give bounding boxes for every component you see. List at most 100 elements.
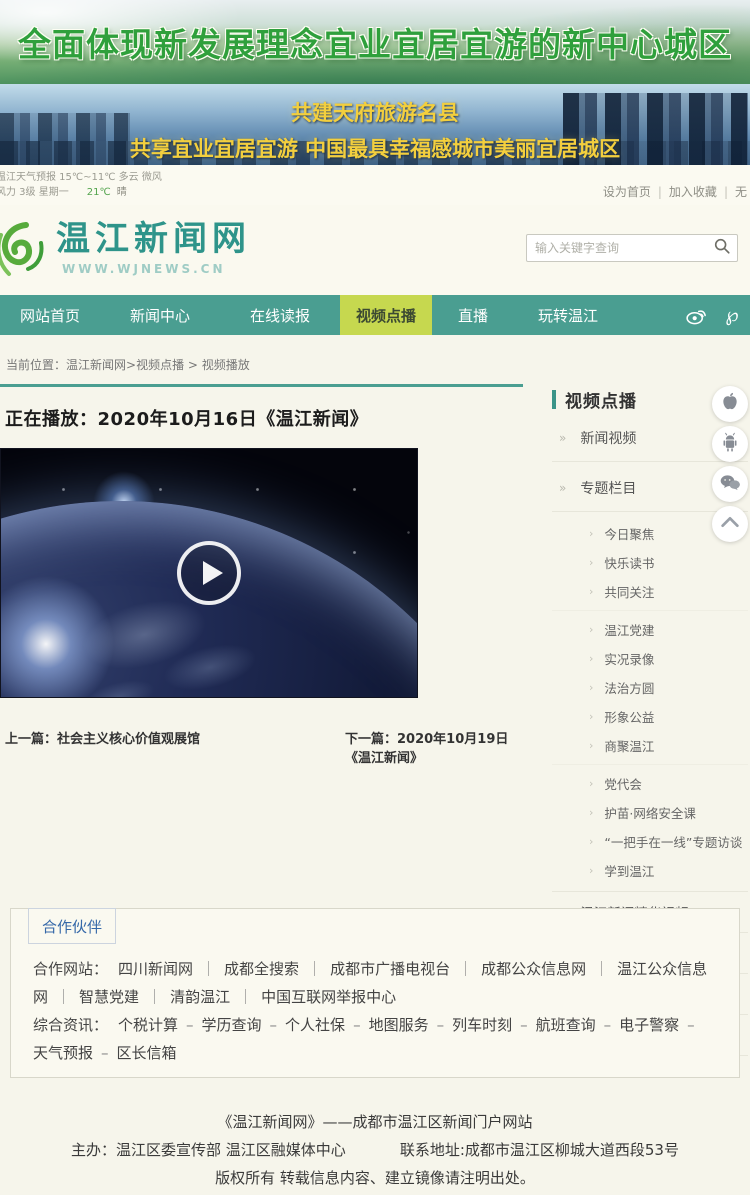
add-favorite-link[interactable]: 加入收藏 bbox=[669, 185, 717, 199]
breadcrumb-site-link[interactable]: 温江新闻网 bbox=[66, 358, 126, 372]
truncated-link[interactable]: 无 bbox=[735, 185, 747, 199]
separator: ｜ bbox=[201, 960, 216, 978]
back-to-top-button[interactable] bbox=[712, 506, 748, 542]
top-banner-slogan: 全面体现新发展理念宜业宜居宜游的新中心城区 bbox=[18, 18, 732, 66]
service-link[interactable]: 航班查询 bbox=[536, 1016, 596, 1034]
service-link[interactable]: 电子警察 bbox=[619, 1016, 679, 1034]
site-name: 温江新闻网 bbox=[56, 217, 251, 261]
double-chevron-icon: » bbox=[559, 481, 566, 495]
separator: ｜ bbox=[147, 988, 162, 1006]
top-banner: 全面体现新发展理念宜业宜居宜游的新中心城区 bbox=[0, 0, 750, 84]
separator: – bbox=[687, 1016, 695, 1034]
content-area: 正在播放：2020年10月16日《温江新闻》 上一篇：社会主义核心价值观展馆 下… bbox=[0, 387, 750, 906]
chevron-icon: › bbox=[589, 777, 593, 790]
service-link[interactable]: 个税计算 bbox=[118, 1016, 178, 1034]
chevron-icon: › bbox=[589, 527, 593, 540]
previous-article-link[interactable]: 上一篇：社会主义核心价值观展馆 bbox=[5, 728, 200, 747]
separator: ｜ bbox=[238, 988, 253, 1006]
service-link[interactable]: 个人社保 bbox=[285, 1016, 345, 1034]
info-bar: 温江天气预报 15℃~11℃ 多云 微风 风力 3级 星期一21℃晴 设为首页|… bbox=[0, 165, 750, 205]
site-footer: 《温江新闻网》——成都市温江区新闻门户网站 主办：温江区委宣传部 温江区融媒体中… bbox=[0, 1078, 750, 1195]
android-icon bbox=[720, 431, 740, 457]
service-link[interactable]: 地图服务 bbox=[369, 1016, 429, 1034]
sidebar-subitem-business-wenjiang[interactable]: ›商聚温江 bbox=[552, 731, 748, 760]
play-button[interactable] bbox=[177, 541, 241, 605]
chevron-icon: › bbox=[589, 623, 593, 636]
separator: ｜ bbox=[307, 960, 322, 978]
breadcrumb-section-link[interactable]: 视频点播 bbox=[136, 358, 184, 372]
sidebar-subitem-frontline-interview[interactable]: ›“一把手在一线”专题访谈 bbox=[552, 827, 748, 856]
prev-next-row: 上一篇：社会主义核心价值观展馆 下一篇：2020年10月19日《温江新闻》 bbox=[0, 728, 523, 746]
sidebar-subitem-learn-wenjiang[interactable]: ›学到温江 bbox=[552, 856, 748, 885]
nav-item-home[interactable]: 网站首页 bbox=[0, 295, 100, 335]
partner-sites-line: 合作网站：四川新闻网｜成都全搜索｜成都市广播电视台｜成都公众信息网｜温江公众信息… bbox=[33, 955, 717, 1011]
wechat-icon bbox=[719, 473, 741, 496]
chevron-up-icon bbox=[719, 514, 741, 534]
service-link[interactable]: 列车时刻 bbox=[452, 1016, 512, 1034]
nav-item-news-center[interactable]: 新闻中心 bbox=[100, 295, 220, 335]
top-links: 设为首页|加入收藏|无 bbox=[603, 183, 747, 200]
chevron-icon: › bbox=[589, 652, 593, 665]
partners-tab[interactable]: 合作伙伴 bbox=[28, 908, 116, 944]
partner-link[interactable]: 四川新闻网 bbox=[118, 960, 193, 978]
search-button[interactable] bbox=[707, 235, 737, 261]
separator: – bbox=[437, 1016, 445, 1034]
footer-copyright: 版权所有 转载信息内容、建立镜像请注明出处。 bbox=[0, 1164, 750, 1192]
apple-app-button[interactable] bbox=[712, 386, 748, 422]
info-services-label: 综合资讯： bbox=[33, 1016, 108, 1034]
link-separator: | bbox=[658, 185, 662, 199]
breadcrumb-separator: > bbox=[126, 358, 136, 372]
nav-item-video-on-demand[interactable]: 视频点播 bbox=[340, 295, 432, 335]
partner-link[interactable]: 成都公众信息网 bbox=[481, 960, 586, 978]
service-link[interactable]: 天气预报 bbox=[33, 1044, 93, 1062]
partner-link[interactable]: 成都全搜索 bbox=[224, 960, 299, 978]
separator: – bbox=[604, 1016, 612, 1034]
chevron-icon: › bbox=[589, 681, 593, 694]
city-banner-line2: 共享宜业宜居宜游 中国最具幸福感城市美丽宜居城区 bbox=[0, 133, 750, 163]
weather-temperature: 21℃ bbox=[87, 187, 111, 198]
service-link[interactable]: 学历查询 bbox=[202, 1016, 262, 1034]
wechat-share-button[interactable] bbox=[712, 466, 748, 502]
weather-widget: 温江天气预报 15℃~11℃ 多云 微风 风力 3级 星期一21℃晴 bbox=[0, 170, 162, 200]
sublist-separator bbox=[552, 764, 748, 765]
separator: – bbox=[186, 1016, 194, 1034]
main-column: 正在播放：2020年10月16日《温江新闻》 上一篇：社会主义核心价值观展馆 下… bbox=[0, 387, 523, 746]
separator: ｜ bbox=[56, 988, 71, 1006]
site-logo[interactable]: 温江新闻网 WWW.WJNEWS.CN bbox=[0, 217, 251, 285]
chevron-icon: › bbox=[589, 556, 593, 569]
next-article-link[interactable]: 下一篇：2020年10月19日《温江新闻》 bbox=[345, 728, 523, 766]
sidebar-subitem-live-recording[interactable]: ›实况录像 bbox=[552, 644, 748, 673]
partner-link[interactable]: 智慧党建 bbox=[79, 988, 139, 1006]
sidebar-subitem-public-image[interactable]: ›形象公益 bbox=[552, 702, 748, 731]
sidebar-subitem-cyber-safety-class[interactable]: ›护苗·网络安全课 bbox=[552, 798, 748, 827]
breadcrumb: 当前位置：温江新闻网>视频点播 > 视频播放 bbox=[6, 356, 750, 373]
nav-item-live[interactable]: 直播 bbox=[432, 295, 514, 335]
footer-organizer: 主办：温江区委宣传部 温江区融媒体中心 bbox=[71, 1141, 346, 1159]
nav-item-online-paper[interactable]: 在线读报 bbox=[220, 295, 340, 335]
weather-condition: 晴 bbox=[117, 187, 127, 198]
sidebar-subitem-party-congress[interactable]: ›党代会 bbox=[552, 769, 748, 798]
separator: ｜ bbox=[594, 960, 609, 978]
partner-link[interactable]: 清韵温江 bbox=[170, 988, 230, 1006]
set-homepage-link[interactable]: 设为首页 bbox=[603, 185, 651, 199]
partner-link[interactable]: 成都市广播电视台 bbox=[330, 960, 450, 978]
service-link[interactable]: 区长信箱 bbox=[117, 1044, 177, 1062]
sina-weibo-icon[interactable] bbox=[684, 303, 708, 327]
main-nav: 网站首页 新闻中心 在线读报 视频点播 直播 玩转温江 ℘ bbox=[0, 295, 750, 335]
android-app-button[interactable] bbox=[712, 426, 748, 462]
search-input[interactable] bbox=[527, 241, 707, 255]
sidebar-subitem-common-concern[interactable]: ›共同关注 bbox=[552, 577, 748, 606]
weather-line1: 温江天气预报 15℃~11℃ 多云 微风 bbox=[0, 170, 162, 185]
tencent-weibo-icon[interactable]: ℘ bbox=[720, 303, 744, 327]
sidebar-subitem-happy-reading[interactable]: ›快乐读书 bbox=[552, 548, 748, 577]
video-player[interactable] bbox=[0, 448, 418, 698]
breadcrumb-current: 视频播放 bbox=[202, 358, 250, 372]
chevron-icon: › bbox=[589, 835, 593, 848]
nav-item-explore-wenjiang[interactable]: 玩转温江 bbox=[514, 295, 622, 335]
separator: – bbox=[520, 1016, 528, 1034]
partner-link[interactable]: 中国互联网举报中心 bbox=[261, 988, 396, 1006]
sidebar-subitem-rule-of-law[interactable]: ›法治方圆 bbox=[552, 673, 748, 702]
city-banner-line1: 共建天府旅游名县 bbox=[0, 97, 750, 127]
apple-icon bbox=[720, 391, 740, 417]
sidebar-subitem-party-building[interactable]: ›温江党建 bbox=[552, 615, 748, 644]
